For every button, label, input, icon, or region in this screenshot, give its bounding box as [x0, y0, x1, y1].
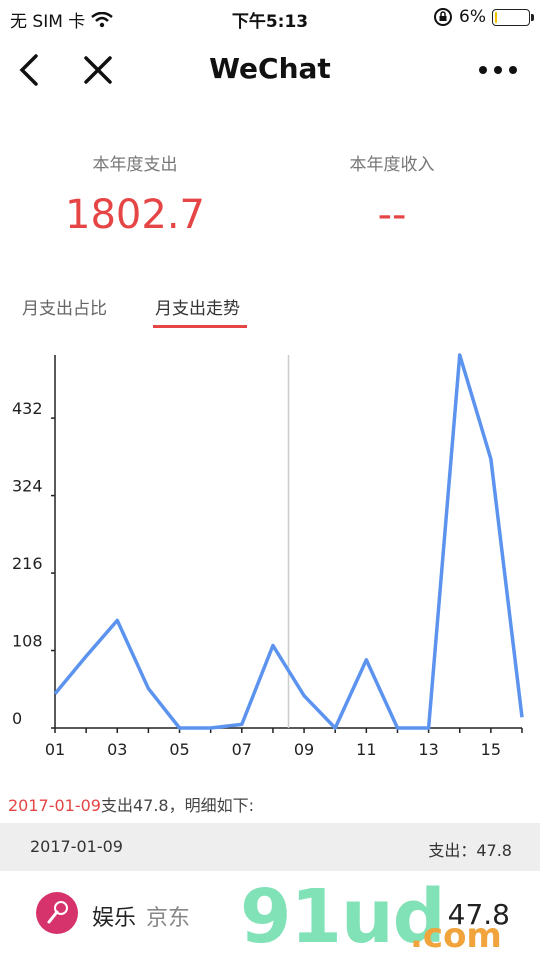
- x-tick-label: 03: [107, 740, 127, 759]
- yearly-income-value: --: [377, 192, 407, 238]
- x-tick-label: 07: [232, 740, 252, 759]
- monthly-expense-chart[interactable]: 0 108 216 324 432 01 03 05 07 09 11 13 15: [0, 345, 540, 770]
- watermark-logo: 91ud .com: [240, 874, 520, 960]
- battery-level: [495, 11, 497, 23]
- y-tick-label: 432: [12, 399, 43, 418]
- x-tick-label: 15: [481, 740, 501, 759]
- detail-date: 2017-01-09: [8, 796, 101, 815]
- nav-bar: WeChat: [0, 40, 540, 102]
- detail-bar-date: 2017-01-09: [30, 837, 123, 856]
- battery-icon: [492, 8, 534, 26]
- yearly-expense-value: 1802.7: [65, 192, 205, 238]
- detail-summary-text: 支出47.8，明细如下:: [100, 796, 255, 815]
- detail-header-bar: 2017-01-09 支出：47.8: [0, 823, 540, 871]
- y-tick-label: 324: [12, 477, 43, 496]
- more-dots-icon[interactable]: [476, 52, 520, 88]
- yearly-expense-label: 本年度支出: [92, 155, 178, 175]
- x-tick-label: 13: [418, 740, 438, 759]
- status-bar: 无 SIM 卡 下午5:13 6%: [0, 0, 540, 36]
- microphone-icon: [36, 892, 78, 934]
- y-tick-label: 0: [12, 709, 22, 728]
- item-category: 娱乐: [92, 906, 137, 931]
- watermark-sub: .com: [410, 916, 502, 956]
- x-tick-label: 01: [45, 740, 65, 759]
- active-tab-indicator: [153, 325, 247, 328]
- yearly-income-label: 本年度收入: [349, 155, 435, 175]
- page-title: WeChat: [209, 52, 331, 85]
- item-merchant: 京东: [146, 906, 191, 931]
- x-tick-label: 05: [169, 740, 189, 759]
- x-tick-label: 09: [294, 740, 314, 759]
- y-tick-label: 216: [12, 554, 43, 573]
- detail-bar-amount: 支出：47.8: [428, 841, 512, 860]
- tab-monthly-share[interactable]: 月支出占比: [22, 294, 107, 319]
- battery-percent: 6%: [459, 7, 486, 27]
- x-tick-label: 11: [356, 740, 376, 759]
- detail-summary: 2017-01-09支出47.8，明细如下:: [8, 792, 254, 816]
- tab-monthly-trend[interactable]: 月支出走势: [155, 294, 240, 319]
- rotation-lock-icon: [434, 8, 453, 26]
- y-tick-label: 108: [12, 632, 43, 651]
